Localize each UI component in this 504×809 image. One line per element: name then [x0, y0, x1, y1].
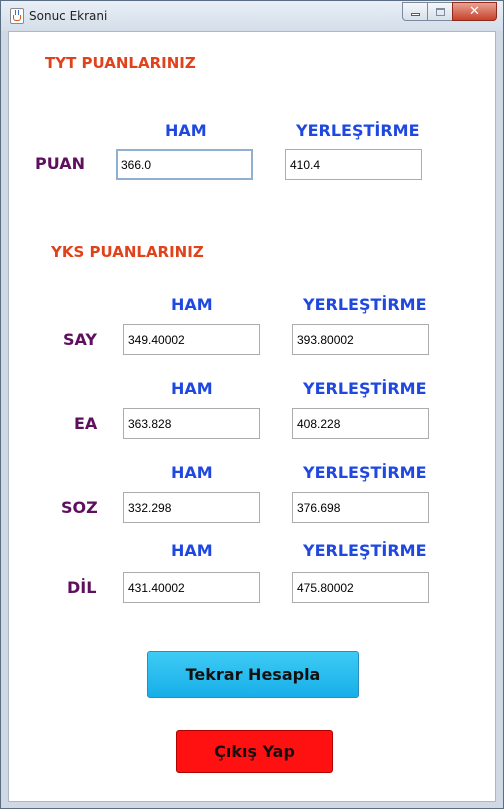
results-panel: TYT PUANLARINIZ HAM YERLEŞTİRME PUAN 366…: [8, 31, 496, 802]
soz-ham-header: HAM: [171, 463, 213, 482]
close-button[interactable]: ✕: [452, 2, 497, 21]
tyt-ham-header: HAM: [165, 121, 207, 140]
tyt-ham-field[interactable]: 366.0: [116, 149, 253, 180]
say-ham-header: HAM: [171, 295, 213, 314]
minimize-icon: [411, 13, 420, 16]
window-controls: ✕: [402, 2, 497, 21]
say-yerlestirme-header: YERLEŞTİRME: [303, 295, 427, 314]
tyt-section-title: TYT PUANLARINIZ: [45, 54, 196, 72]
ea-ham-field[interactable]: 363.828: [123, 408, 260, 439]
ea-label: EA: [74, 414, 98, 433]
window-title: Sonuc Ekrani: [29, 9, 108, 23]
exit-button[interactable]: Çıkış Yap: [176, 730, 333, 773]
dil-yerlestirme-header: YERLEŞTİRME: [303, 541, 427, 560]
say-ham-field[interactable]: 349.40002: [123, 324, 260, 355]
dil-yerlestirme-field[interactable]: 475.80002: [292, 572, 429, 603]
dil-ham-field[interactable]: 431.40002: [123, 572, 260, 603]
minimize-button[interactable]: [402, 2, 428, 21]
ea-yerlestirme-header: YERLEŞTİRME: [303, 379, 427, 398]
tyt-yerlestirme-field[interactable]: 410.4: [285, 149, 422, 180]
dil-label: DİL: [67, 578, 97, 597]
soz-ham-field[interactable]: 332.298: [123, 492, 260, 523]
ea-yerlestirme-field[interactable]: 408.228: [292, 408, 429, 439]
say-yerlestirme-field[interactable]: 393.80002: [292, 324, 429, 355]
tyt-puan-label: PUAN: [35, 154, 85, 173]
dil-ham-header: HAM: [171, 541, 213, 560]
ea-ham-header: HAM: [171, 379, 213, 398]
soz-yerlestirme-header: YERLEŞTİRME: [303, 463, 427, 482]
app-window: Sonuc Ekrani ✕ TYT PUANLARINIZ HAM YERLE…: [0, 0, 504, 809]
say-label: SAY: [63, 330, 97, 349]
maximize-button[interactable]: [427, 2, 453, 21]
close-icon: ✕: [469, 4, 480, 19]
soz-yerlestirme-field[interactable]: 376.698: [292, 492, 429, 523]
maximize-icon: [436, 8, 445, 16]
yks-section-title: YKS PUANLARINIZ: [51, 243, 204, 261]
title-bar[interactable]: Sonuc Ekrani ✕: [1, 1, 503, 31]
tyt-yerlestirme-header: YERLEŞTİRME: [296, 121, 420, 140]
soz-label: SOZ: [61, 498, 98, 517]
recalculate-button[interactable]: Tekrar Hesapla: [147, 651, 359, 698]
java-cup-icon: [10, 8, 24, 24]
